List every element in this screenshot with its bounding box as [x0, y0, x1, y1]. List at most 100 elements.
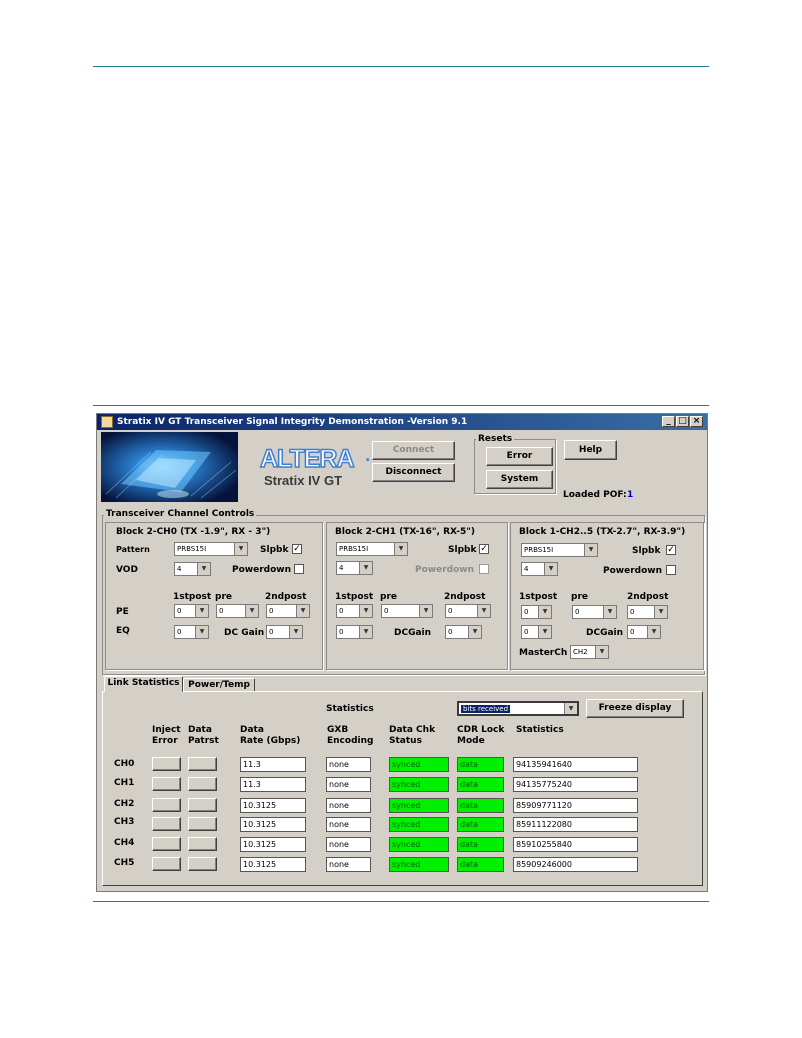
pattern-select-ch0[interactable]: PRBS15I ▼: [174, 542, 248, 556]
data-patrst-button[interactable]: [188, 798, 217, 812]
inject-error-button[interactable]: [152, 837, 181, 851]
minimize-button[interactable]: _: [662, 416, 675, 427]
data-patrst-button[interactable]: [188, 857, 217, 871]
gxb-encoding-field[interactable]: none: [326, 757, 371, 772]
data-patrst-button[interactable]: [188, 837, 217, 851]
pe-pre-select-ch2-5[interactable]: 0 ▼: [572, 605, 617, 619]
eq-select-ch2-5[interactable]: 0 ▼: [521, 625, 552, 639]
pe-1stpost-select-ch0[interactable]: 0 ▼: [174, 604, 209, 618]
inject-error-button[interactable]: [152, 798, 181, 812]
data-rate-field[interactable]: 10.3125: [240, 798, 306, 813]
maximize-button[interactable]: □: [676, 416, 689, 427]
powerdown-checkbox-ch2-5[interactable]: [666, 565, 676, 575]
inject-error-button[interactable]: [152, 757, 181, 771]
pattern-label: Pattern: [116, 545, 150, 554]
connect-button[interactable]: Connect: [372, 441, 455, 460]
disconnect-button[interactable]: Disconnect: [372, 463, 455, 482]
header-status: Status: [389, 736, 422, 746]
resets-label: Resets: [476, 434, 515, 444]
powerdown-checkbox-ch0[interactable]: [294, 564, 304, 574]
eq-label: EQ: [116, 626, 130, 636]
statistics-field[interactable]: 85909246000: [513, 857, 638, 872]
dc-gain-select-ch0[interactable]: 0 ▼: [266, 625, 303, 639]
statistics-field[interactable]: 85909771120: [513, 798, 638, 813]
close-button[interactable]: ×: [690, 416, 703, 427]
pattern-select-ch2-5[interactable]: PRBS15I ▼: [521, 543, 598, 557]
eq-select-ch1[interactable]: 0 ▼: [336, 625, 373, 639]
header-inject: Inject: [152, 725, 181, 735]
gxb-encoding-field[interactable]: none: [326, 817, 371, 832]
header-1stpost: 1stpost: [519, 592, 558, 602]
help-button[interactable]: Help: [564, 440, 617, 460]
tab-power-temp[interactable]: Power/Temp: [183, 678, 255, 692]
data-rate-field[interactable]: 11.3: [240, 777, 306, 792]
pe-pre-select-ch0[interactable]: 0 ▼: [216, 604, 259, 618]
pe-1stpost-select-ch1[interactable]: 0 ▼: [336, 604, 373, 618]
data-rate-field[interactable]: 11.3: [240, 757, 306, 772]
channel-label: CH3: [114, 817, 135, 827]
pe-2ndpost-select-ch1[interactable]: 0 ▼: [445, 604, 491, 618]
channel-label: CH2: [114, 799, 135, 809]
vod-select-ch1[interactable]: 4 ▼: [336, 561, 373, 575]
data-chk-status-field: synced: [389, 798, 449, 813]
slpbk-label: Slpbk: [632, 546, 661, 556]
vod-label: VOD: [116, 565, 138, 575]
dc-gain-select-ch1[interactable]: 0 ▼: [445, 625, 482, 639]
data-patrst-button[interactable]: [188, 777, 217, 791]
statistics-field[interactable]: 85911122080: [513, 817, 638, 832]
pe-1stpost-value: 0: [177, 607, 182, 615]
statistics-label: Statistics: [326, 704, 374, 714]
gxb-encoding-field[interactable]: none: [326, 857, 371, 872]
chevron-down-icon: ▼: [197, 563, 210, 575]
cdr-lock-mode-field: data: [457, 757, 504, 772]
pe-2ndpost-select-ch2-5[interactable]: 0 ▼: [627, 605, 668, 619]
slpbk-checkbox-ch1[interactable]: ✓: [479, 544, 489, 554]
pe-pre-select-ch1[interactable]: 0 ▼: [381, 604, 433, 618]
pe-2ndpost-select-ch0[interactable]: 0 ▼: [266, 604, 310, 618]
slpbk-checkbox-ch0[interactable]: ✓: [292, 544, 302, 554]
pe-2ndpost-value: 0: [448, 607, 453, 615]
gxb-encoding-field[interactable]: none: [326, 837, 371, 852]
title-bar[interactable]: Stratix IV GT Transceiver Signal Integri…: [97, 414, 707, 430]
gxb-encoding-field[interactable]: none: [326, 777, 371, 792]
pe-1stpost-select-ch2-5[interactable]: 0 ▼: [521, 605, 552, 619]
vod-select-ch2-5[interactable]: 4 ▼: [521, 562, 558, 576]
system-reset-button[interactable]: System: [486, 470, 553, 489]
statistics-select[interactable]: bits received ▼: [457, 701, 579, 716]
data-rate-field[interactable]: 10.3125: [240, 837, 306, 852]
data-chk-status-field: synced: [389, 777, 449, 792]
header-inject-error: Error: [152, 736, 178, 746]
dc-gain-select-ch2-5[interactable]: 0 ▼: [627, 625, 661, 639]
masterch-select[interactable]: CH2 ▼: [570, 645, 609, 659]
data-patrst-button[interactable]: [188, 757, 217, 771]
chevron-down-icon: ▼: [544, 563, 557, 575]
inject-error-button[interactable]: [152, 857, 181, 871]
statistics-field[interactable]: 94135941640: [513, 757, 638, 772]
cdr-lock-mode-field: data: [457, 777, 504, 792]
dc-gain-value: 0: [448, 628, 453, 636]
chip-image: [101, 432, 238, 502]
gxb-encoding-field[interactable]: none: [326, 798, 371, 813]
data-rate-field[interactable]: 10.3125: [240, 817, 306, 832]
data-chk-status-field: synced: [389, 837, 449, 852]
pattern-select-ch1[interactable]: PRBS15I ▼: [336, 542, 408, 556]
inject-error-button[interactable]: [152, 777, 181, 791]
eq-select-ch0[interactable]: 0 ▼: [174, 625, 209, 639]
inject-error-button[interactable]: [152, 817, 181, 831]
slpbk-checkbox-ch2-5[interactable]: ✓: [666, 545, 676, 555]
statistics-field[interactable]: 94135775240: [513, 777, 638, 792]
freeze-display-button[interactable]: Freeze display: [586, 699, 684, 718]
data-patrst-button[interactable]: [188, 817, 217, 831]
vod-select-ch0[interactable]: 4 ▼: [174, 562, 211, 576]
chevron-down-icon: ▼: [359, 562, 372, 574]
statistics-field[interactable]: 85910255840: [513, 837, 638, 852]
channel-controls-title: Transceiver Channel Controls: [104, 509, 257, 519]
powerdown-checkbox-ch1[interactable]: [479, 564, 489, 574]
tab-link-statistics[interactable]: Link Statistics: [104, 676, 183, 692]
error-reset-button[interactable]: Error: [486, 447, 553, 466]
channel-label: CH5: [114, 858, 135, 868]
chevron-down-icon: ▼: [647, 626, 660, 638]
data-rate-field[interactable]: 10.3125: [240, 857, 306, 872]
header-cdr-lock: CDR Lock: [457, 725, 505, 735]
channel-label: CH1: [114, 778, 135, 788]
